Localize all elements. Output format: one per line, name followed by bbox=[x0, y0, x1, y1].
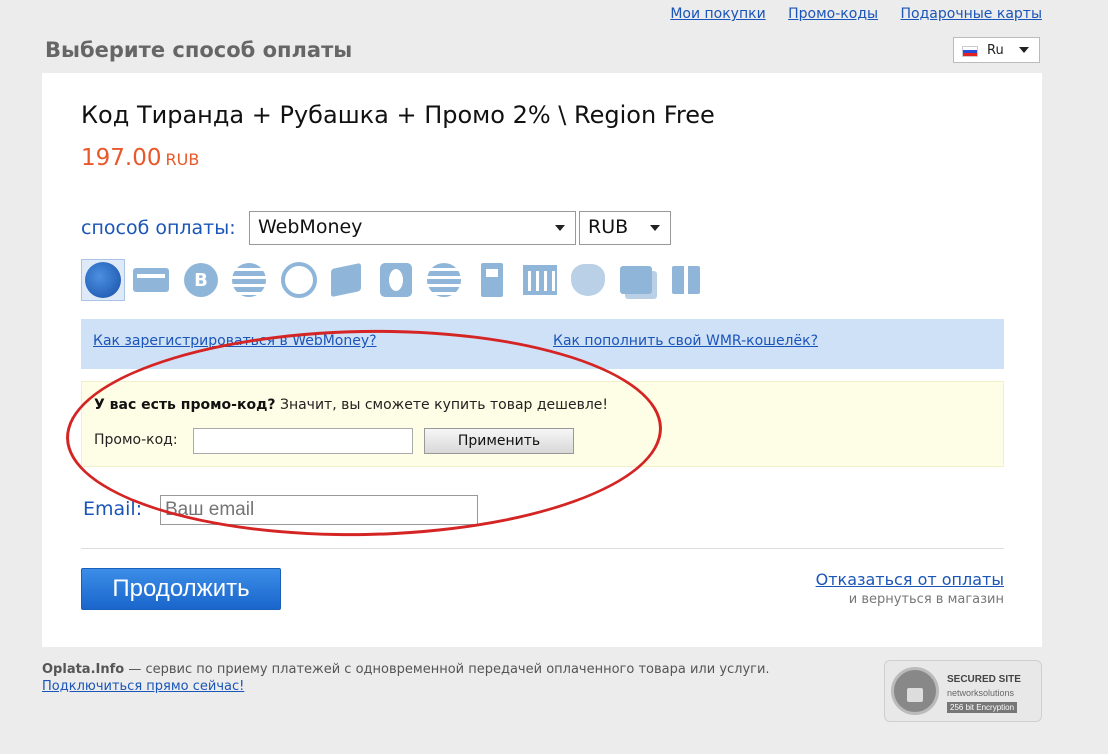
bitcoin-icon[interactable]: B bbox=[179, 259, 223, 301]
promo-code-box: У вас есть промо-код? Значит, вы сможете… bbox=[81, 381, 1004, 467]
continue-button[interactable]: Продолжить bbox=[81, 568, 281, 610]
bank-icon[interactable] bbox=[518, 259, 562, 301]
email-field[interactable] bbox=[160, 495, 478, 525]
footer-brand: Oplata.Info bbox=[42, 662, 125, 677]
apply-promo-button[interactable]: Применить bbox=[424, 428, 574, 454]
topup-wallet-link[interactable]: Как пополнить свой WMR-кошелёк? bbox=[553, 333, 818, 349]
promo-code-input[interactable] bbox=[193, 428, 413, 454]
russian-post-icon[interactable] bbox=[566, 259, 610, 301]
promo-codes-link[interactable]: Промо-коды bbox=[788, 6, 878, 22]
connect-now-link[interactable]: Подключиться прямо сейчас! bbox=[42, 679, 244, 694]
chevron-down-icon bbox=[1019, 47, 1029, 53]
language-select[interactable]: Ru bbox=[953, 37, 1040, 63]
gift-cards-link[interactable]: Подарочные карты bbox=[901, 6, 1042, 22]
promo-question-bold: У вас есть промо-код? bbox=[94, 397, 276, 413]
promo-code-label: Промо-код: bbox=[94, 432, 178, 448]
chevron-down-icon bbox=[555, 225, 565, 231]
footer-description: Oplata.Info — сервис по приему платежей … bbox=[42, 661, 770, 678]
terminal-icon[interactable] bbox=[470, 259, 514, 301]
chevron-down-icon bbox=[650, 225, 660, 231]
sberbank-icon[interactable] bbox=[227, 259, 271, 301]
divider bbox=[81, 548, 1004, 549]
promo-question-rest: Значит, вы сможете купить товар дешевле! bbox=[275, 397, 609, 413]
seal-encryption: 256 bit Encryption bbox=[947, 702, 1018, 713]
product-price: 197.00 RUB bbox=[81, 145, 199, 171]
payment-card: Код Тиранда + Рубашка + Промо 2% \ Regio… bbox=[42, 73, 1042, 647]
seal-brand: networksolutions bbox=[947, 688, 1015, 698]
currency-value: RUB bbox=[588, 216, 629, 238]
price-currency: RUB bbox=[165, 150, 200, 169]
payment-method-value: WebMoney bbox=[258, 216, 363, 238]
webmoney-info-bar: Как зарегистрироваться в WebMoney? Как п… bbox=[81, 319, 1004, 369]
footer: Oplata.Info — сервис по приему платежей … bbox=[42, 661, 770, 695]
bank-card-icon[interactable] bbox=[129, 259, 173, 301]
striped-circle-icon[interactable] bbox=[422, 259, 466, 301]
page-title: Выберите способ оплаты bbox=[45, 38, 353, 62]
product-title: Код Тиранда + Рубашка + Промо 2% \ Regio… bbox=[81, 101, 715, 129]
top-nav: Мои покупки Промо-коды Подарочные карты bbox=[652, 6, 1042, 22]
yandex-money-icon[interactable] bbox=[324, 259, 368, 301]
email-label: Email: bbox=[83, 498, 143, 520]
language-label: Ru bbox=[987, 43, 1004, 58]
payment-method-select[interactable]: WebMoney bbox=[249, 211, 576, 245]
cancel-subtext: и вернуться в магазин bbox=[848, 592, 1004, 607]
lock-icon bbox=[891, 667, 939, 715]
payment-method-label: способ оплаты: bbox=[81, 217, 236, 239]
webmoney-icon[interactable] bbox=[81, 259, 125, 301]
egg-wallet-icon[interactable] bbox=[374, 259, 418, 301]
currency-select[interactable]: RUB bbox=[579, 211, 671, 245]
cancel-payment-link[interactable]: Отказаться от оплаты bbox=[816, 570, 1004, 589]
multi-card-icon[interactable] bbox=[614, 259, 658, 301]
promo-question: У вас есть промо-код? Значит, вы сможете… bbox=[94, 397, 608, 413]
gift-icon[interactable] bbox=[664, 259, 708, 301]
price-amount: 197.00 bbox=[81, 145, 162, 171]
seal-title: SECURED SITE bbox=[947, 674, 1021, 685]
register-webmoney-link[interactable]: Как зарегистрироваться в WebMoney? bbox=[93, 333, 377, 349]
footer-text: — сервис по приему платежей с одновремен… bbox=[124, 662, 770, 677]
secured-site-seal[interactable]: SECURED SITE networksolutions 256 bit En… bbox=[884, 660, 1042, 722]
russia-flag-icon bbox=[962, 46, 978, 57]
my-purchases-link[interactable]: Мои покупки bbox=[670, 6, 765, 22]
qiwi-icon[interactable] bbox=[277, 259, 321, 301]
